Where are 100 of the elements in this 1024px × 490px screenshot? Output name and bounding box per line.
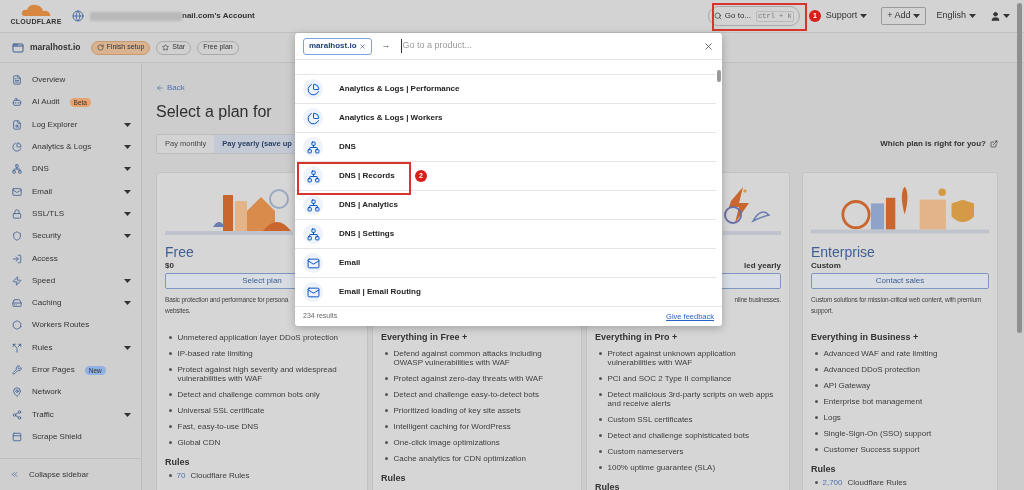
caret-icon <box>124 189 131 194</box>
caret-icon <box>124 234 131 239</box>
sidebar-item[interactable]: SSL/TLS <box>0 202 141 226</box>
sidebar-item[interactable]: Speed <box>0 269 141 292</box>
pie-chart-icon <box>303 108 323 128</box>
arrow-left-icon <box>156 84 164 92</box>
caret-icon <box>969 14 976 18</box>
menu-button[interactable]: English <box>936 9 976 23</box>
pie-chart-icon <box>12 142 22 153</box>
menu-button[interactable]: Support <box>825 9 868 23</box>
rule-count-link[interactable]: 70 <box>176 469 186 482</box>
search-field[interactable]: Go to a product... <box>400 39 693 53</box>
sidebar-item[interactable]: Scrape Shield <box>0 425 141 449</box>
feature-text: Protect against unknown application vulnerabilities with WAF <box>607 348 737 367</box>
rule-count-link[interactable]: 2,700 <box>822 476 843 489</box>
feature-text: Global CDN <box>177 437 221 447</box>
bullet-icon <box>599 352 602 355</box>
network-icon <box>303 195 323 215</box>
result-item[interactable]: DNS <box>295 133 716 162</box>
bullet-icon <box>815 368 818 371</box>
network-icon <box>12 164 22 175</box>
result-item[interactable]: DNS | Analytics <box>295 191 716 220</box>
sidebar-item[interactable]: Log Explorer <box>0 113 141 136</box>
result-item[interactable]: Email | Email Routing <box>295 278 716 306</box>
sidebar-item[interactable]: Access <box>0 247 141 270</box>
scrollbar[interactable] <box>1017 3 1022 333</box>
help-link[interactable]: Which plan is right for you? <box>880 138 998 150</box>
login-icon <box>12 253 22 264</box>
caret-icon <box>913 14 921 18</box>
sidebar-item[interactable]: Caching <box>0 291 141 315</box>
result-item[interactable]: Analytics & Logs | Workers <box>295 104 716 133</box>
plan-price: led yearly <box>744 260 781 272</box>
sidebar-item[interactable]: Overview <box>0 69 141 92</box>
caret-icon <box>124 412 131 417</box>
sidebar-item[interactable]: Rules <box>0 336 141 359</box>
collapse-sidebar-button[interactable]: Collapse sidebar <box>10 468 89 481</box>
rules-heading: Rules <box>381 472 407 485</box>
cloud-icon <box>21 4 51 18</box>
plan-price: $0 <box>165 260 174 272</box>
remove-icon <box>358 42 366 50</box>
bullet-icon <box>815 432 818 435</box>
goto-label: Go to... <box>724 10 752 22</box>
feature-text: Single-Sign-On (SSO) support <box>823 428 932 438</box>
shield-icon <box>12 231 22 242</box>
result-item[interactable]: Email <box>295 249 716 278</box>
sidebar-item[interactable]: Security <box>0 225 141 248</box>
domain-name: maralhost.io <box>30 41 81 54</box>
feature-text: Unmetered application layer DDoS protection <box>177 332 339 342</box>
sidebar-item[interactable]: Email <box>0 180 141 203</box>
rule-label: Cloudflare Rules <box>847 476 907 489</box>
user-menu-button[interactable] <box>990 10 1010 22</box>
wrench-icon <box>12 365 22 375</box>
caret-icon <box>124 167 131 172</box>
caret-icon <box>1003 14 1010 18</box>
domain-chip[interactable]: maralhost.io <box>303 37 372 55</box>
star-icon <box>162 44 170 51</box>
bullet-icon <box>385 377 388 380</box>
sidebar-item[interactable]: Workers Routes <box>0 314 141 337</box>
bullet-icon <box>815 352 818 355</box>
feature-text: Custom nameservers <box>607 446 684 456</box>
arrow-text: → <box>381 39 391 53</box>
caret-icon <box>124 145 131 150</box>
bullet-icon <box>169 425 172 428</box>
mail-icon <box>303 253 323 273</box>
rules-heading: Rules <box>165 456 191 469</box>
result-item[interactable]: DNS | Settings <box>295 220 716 249</box>
feature-text: Detect and challenge sophisticated bots <box>607 430 749 440</box>
bullet-icon <box>385 352 388 355</box>
feature-text: Advanced DDoS protection <box>823 364 920 374</box>
bullet-icon <box>169 336 172 339</box>
plan-price: Custom <box>811 260 841 272</box>
globe-icon <box>72 10 84 22</box>
feature-text: Protect against zero-day threats with WAF <box>393 373 544 383</box>
sidebar-item[interactable]: Network <box>0 381 141 404</box>
bullet-icon <box>599 393 602 396</box>
mail-icon <box>303 282 323 302</box>
sidebar-item[interactable]: Traffic <box>0 403 141 426</box>
lightning-icon <box>12 275 22 286</box>
collapse-icon <box>10 470 19 479</box>
feature-text: Detect malicious 3rd-party scripts on web apps and receive alerts <box>607 389 775 408</box>
lock-icon <box>12 208 22 219</box>
add-button[interactable]: + Add <box>881 7 927 25</box>
caret-icon <box>124 211 131 216</box>
close-icon[interactable] <box>703 40 714 52</box>
plan-button[interactable]: Contact sales <box>811 273 989 289</box>
feature-text: Logs <box>823 412 841 422</box>
sidebar-item[interactable]: DNS <box>0 158 141 181</box>
plan-name: Enterprise <box>811 245 875 259</box>
feature-text: API Gateway <box>823 380 871 390</box>
feature-text: Intelligent caching for WordPress <box>393 421 511 431</box>
share-icon <box>12 409 22 420</box>
document-icon <box>12 75 22 86</box>
sidebar-item[interactable]: Analytics & Logs <box>0 135 141 159</box>
rule-label: Cloudflare Rules <box>190 469 250 482</box>
bullet-icon <box>599 418 602 421</box>
result-item[interactable]: Analytics & Logs | Performance <box>295 75 716 104</box>
bullet-icon <box>385 441 388 444</box>
feature-text: Custom SSL certificates <box>607 414 693 424</box>
rules-heading: Rules <box>595 481 621 490</box>
bullet-icon <box>815 416 818 419</box>
